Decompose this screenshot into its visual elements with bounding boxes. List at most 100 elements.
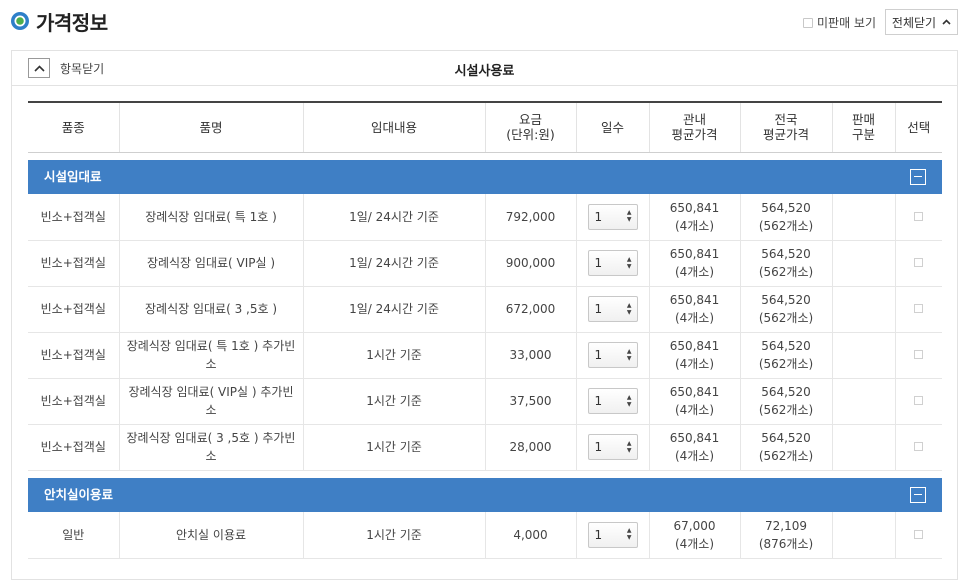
days-select[interactable]: 1 ▲ ▼ xyxy=(587,250,638,276)
row-checkbox[interactable] xyxy=(914,258,924,267)
cell-category: 빈소+접객실 xyxy=(28,332,119,379)
spinner-icon: ▲ ▼ xyxy=(626,301,632,316)
cell-item: 장례식장 임대료( VIP실 ) xyxy=(118,240,303,287)
cell-select xyxy=(894,378,942,425)
cell-days: 1 ▲ ▼ xyxy=(575,512,649,559)
cell-sale-type xyxy=(831,240,895,287)
table-row: 일반 안치실 이용료 1시간 기준 4,000 1 ▲ ▼ 67,000 (4개소) … xyxy=(28,512,942,559)
row-checkbox[interactable] xyxy=(914,396,924,405)
cell-national-avg: 72,109 (876개소) xyxy=(739,512,832,559)
collapse-all-button[interactable]: 전체닫기 xyxy=(885,9,958,35)
cell-rental: 1시간 기준 xyxy=(302,424,485,471)
hide-unsold-label: 미판매 보기 xyxy=(817,16,877,30)
cell-national-avg: 564,520 (562개소) xyxy=(739,378,832,425)
cell-fee: 4,000 xyxy=(484,512,576,559)
row-checkbox[interactable] xyxy=(914,211,924,221)
header-national-avg: 전국 평균가격 xyxy=(739,101,832,153)
page-header: 가격정보 미판매 보기 전체닫기 xyxy=(0,0,966,42)
spinner-icon: ▲ ▼ xyxy=(626,527,632,542)
days-select[interactable]: 1 ▲ ▼ xyxy=(587,203,638,230)
cell-rental: 1시간 기준 xyxy=(302,378,485,425)
hide-unsold-toggle[interactable]: 미판매 보기 xyxy=(803,14,876,31)
cell-days: 1 ▲ ▼ xyxy=(575,286,649,333)
header-local-avg: 관내 평균가격 xyxy=(648,101,740,153)
days-select[interactable]: 1 ▲ ▼ xyxy=(587,342,638,368)
section-header: 시설임대료 xyxy=(28,160,942,194)
header-days: 일수 xyxy=(575,101,649,153)
cell-local-avg: 650,841 (4개소) xyxy=(648,194,740,241)
table-row: 빈소+접객실 장례식장 임대료( VIP실 ) 1일/ 24시간 기준 900,… xyxy=(28,240,942,287)
cell-fee: 33,000 xyxy=(484,332,576,379)
table-row: 빈소+접객실 장례식장 임대료( 특 1호 ) 1일/ 24시간 기준 792,… xyxy=(28,194,942,241)
row-checkbox[interactable] xyxy=(914,529,924,539)
cell-local-avg: 650,841 (4개소) xyxy=(648,378,740,425)
cell-rental: 1시간 기준 xyxy=(302,332,485,379)
table-row: 빈소+접객실 장례식장 임대료( 3 ,5호 ) 1일/ 24시간 기준 672… xyxy=(28,286,942,333)
collapse-section-icon[interactable] xyxy=(910,169,926,185)
header-select: 선택 xyxy=(894,101,942,153)
price-table: 품종 품명 임대내용 요금 (단위:원) 일수 관내 평균가격 전국 평균가격 판매 구… xyxy=(28,101,942,559)
header-category: 품종 xyxy=(28,101,119,153)
cell-rental: 1일/ 24시간 기준 xyxy=(302,286,485,333)
row-checkbox[interactable] xyxy=(914,350,924,359)
days-select[interactable]: 1 ▲ ▼ xyxy=(587,296,638,322)
section-header: 안치실이용료 xyxy=(28,478,942,512)
cell-category: 빈소+접객실 xyxy=(28,378,119,425)
days-select[interactable]: 1 ▲ ▼ xyxy=(587,521,638,548)
cell-national-avg: 564,520 (562개소) xyxy=(739,194,832,241)
cell-sale-type xyxy=(831,332,895,379)
cell-select xyxy=(894,512,942,559)
cell-local-avg: 650,841 (4개소) xyxy=(648,286,740,333)
cell-days: 1 ▲ ▼ xyxy=(575,378,649,425)
row-checkbox[interactable] xyxy=(914,304,924,313)
cell-local-avg: 650,841 (4개소) xyxy=(648,424,740,471)
cell-item: 장례식장 임대료( 특 1호 ) 추가빈소 xyxy=(118,332,303,379)
collapse-all-label: 전체닫기 xyxy=(891,15,937,30)
cell-days: 1 ▲ ▼ xyxy=(575,194,649,241)
price-panel: 항목닫기 시설사용료 품종 품명 임대내용 요금 (단위:원) 일수 관내 평균가격… xyxy=(11,50,958,580)
cell-select xyxy=(894,424,942,471)
section-title: 시설임대료 xyxy=(44,169,102,184)
table-row: 빈소+접객실 장례식장 임대료( 특 1호 ) 추가빈소 1시간 기준 33,0… xyxy=(28,332,942,379)
panel-title: 시설사용료 xyxy=(454,64,515,79)
cell-rental: 1일/ 24시간 기준 xyxy=(302,194,485,241)
cell-fee: 672,000 xyxy=(484,286,576,333)
hide-unsold-checkbox[interactable] xyxy=(803,17,813,28)
row-checkbox[interactable] xyxy=(914,442,924,451)
cell-local-avg: 650,841 (4개소) xyxy=(648,240,740,287)
spinner-icon: ▲ ▼ xyxy=(626,209,632,224)
cell-select xyxy=(894,194,942,241)
table-header-row: 품종 품명 임대내용 요금 (단위:원) 일수 관내 평균가격 전국 평균가격 판매 구… xyxy=(28,101,942,153)
cell-days: 1 ▲ ▼ xyxy=(575,424,649,471)
cell-rental: 1시간 기준 xyxy=(302,512,485,559)
panel-bar: 항목닫기 시설사용료 xyxy=(12,51,957,86)
cell-fee: 900,000 xyxy=(484,240,576,287)
cell-item: 장례식장 임대료( 특 1호 ) xyxy=(118,194,303,241)
header-fee: 요금 (단위:원) xyxy=(484,101,576,153)
logo-icon xyxy=(11,12,29,30)
page-title: 가격정보 xyxy=(36,11,108,35)
cell-sale-type xyxy=(831,424,895,471)
section-title: 안치실이용료 xyxy=(44,487,114,502)
cell-national-avg: 564,520 (562개소) xyxy=(739,424,832,471)
header-sale-type: 판매 구분 xyxy=(831,101,895,153)
cell-item: 장례식장 임대료( 3 ,5호 ) 추가빈소 xyxy=(118,424,303,471)
header-item: 품명 xyxy=(118,101,303,153)
cell-sale-type xyxy=(831,286,895,333)
cell-days: 1 ▲ ▼ xyxy=(575,332,649,379)
spinner-icon: ▲ ▼ xyxy=(626,439,632,454)
collapse-section-icon[interactable] xyxy=(910,487,926,503)
days-select[interactable]: 1 ▲ ▼ xyxy=(587,434,638,460)
cell-select xyxy=(894,286,942,333)
cell-rental: 1일/ 24시간 기준 xyxy=(302,240,485,287)
cell-item: 안치실 이용료 xyxy=(118,512,303,559)
cell-days: 1 ▲ ▼ xyxy=(575,240,649,287)
cell-select xyxy=(894,332,942,379)
cell-select xyxy=(894,240,942,287)
chevron-up-icon xyxy=(942,19,951,25)
days-select[interactable]: 1 ▲ ▼ xyxy=(587,388,638,414)
cell-sale-type xyxy=(831,194,895,241)
table-row: 빈소+접객실 장례식장 임대료( 3 ,5호 ) 추가빈소 1시간 기준 28,… xyxy=(28,424,942,471)
cell-category: 빈소+접객실 xyxy=(28,286,119,333)
cell-item: 장례식장 임대료( 3 ,5호 ) xyxy=(118,286,303,333)
